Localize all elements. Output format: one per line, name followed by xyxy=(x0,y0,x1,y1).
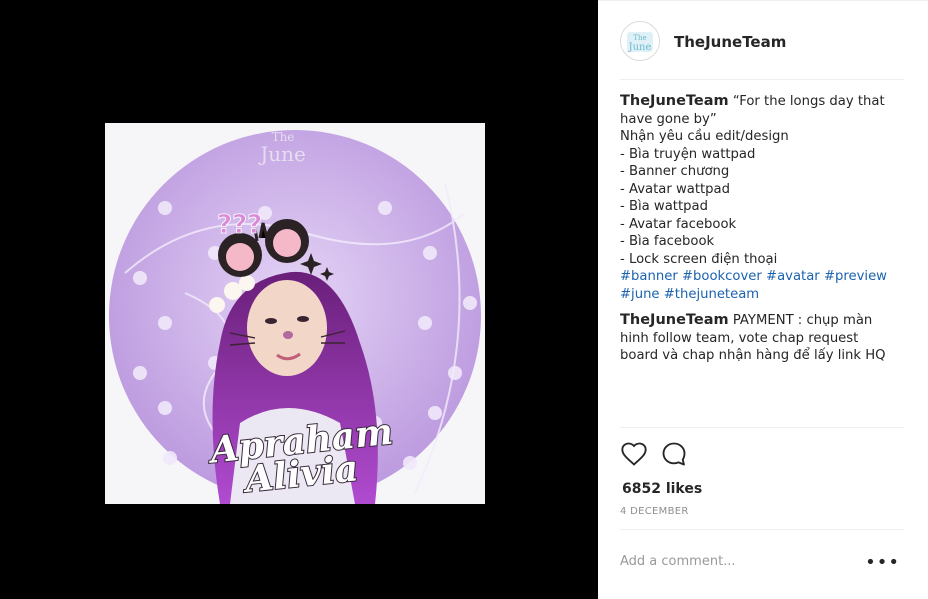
post-side-panel: The June TheJuneTeam TheJuneTeam “For th… xyxy=(598,0,928,599)
action-bar xyxy=(620,427,904,478)
hashtags-line: #banner #bookcover #avatar #preview xyxy=(620,268,904,286)
caption-text-line: - Avatar facebook xyxy=(620,216,737,232)
more-options-icon[interactable]: ••• xyxy=(865,554,900,572)
avatar-logo-icon: The June xyxy=(627,32,653,53)
caption-first-line: TheJuneTeam “For the longs day that xyxy=(620,93,904,111)
caption-username[interactable]: TheJuneTeam xyxy=(620,93,729,109)
comment-username[interactable]: TheJuneTeam xyxy=(620,312,729,328)
svg-text:June: June xyxy=(258,142,306,166)
speech-bubble-icon[interactable] xyxy=(660,440,688,468)
header-username[interactable]: TheJuneTeam xyxy=(674,33,786,51)
hashtags-line: #june #thejuneteam xyxy=(620,286,904,304)
comment-first-line: TheJuneTeam PAYMENT : chụp màn xyxy=(620,312,904,330)
hashtag-link[interactable]: #thejuneteam xyxy=(664,287,759,302)
comment-text-line: board và chap nhận hàng để lấy link HQ xyxy=(620,348,886,363)
svg-text:June: June xyxy=(628,42,652,53)
hashtag-link[interactable]: #june xyxy=(620,287,660,302)
caption-text-line: - Bìa wattpad xyxy=(620,199,708,214)
media-pane: The June ??? Apraham Alivia xyxy=(0,0,598,598)
comment-text-line: hinh follow team, vote chap request xyxy=(620,330,859,346)
post-artwork: The June ??? Apraham Alivia xyxy=(105,123,485,504)
hashtag-link[interactable]: #bookcover xyxy=(682,269,762,284)
svg-text:The: The xyxy=(633,34,646,42)
caption-text-line: - Lock screen điện thoại xyxy=(620,251,778,267)
hashtag-link[interactable]: #banner xyxy=(620,269,678,284)
comment-input[interactable] xyxy=(620,554,860,569)
post-image[interactable]: The June ??? Apraham Alivia xyxy=(105,123,485,504)
caption-text-line: - Avatar wattpad xyxy=(620,181,730,197)
avatar[interactable]: The June xyxy=(620,21,660,61)
caption-text-line: Nhận yêu cầu edit/design xyxy=(620,129,789,144)
caption-text-line: have gone by” xyxy=(620,111,717,127)
hashtag-link[interactable]: #avatar xyxy=(766,269,820,284)
caption-text-line: - Bìa facebook xyxy=(620,234,715,249)
caption-text-line: - Bìa truyện wattpad xyxy=(620,146,756,162)
likes-count[interactable]: 6852 likes xyxy=(622,481,702,497)
caption-text-line: - Banner chương xyxy=(620,164,730,179)
add-comment-bar: ••• xyxy=(620,529,904,596)
caption-text-line: “For the longs day that xyxy=(732,94,885,109)
face xyxy=(247,280,327,376)
comment-text-line: PAYMENT : chụp màn xyxy=(732,313,873,328)
hashtag-link[interactable]: #preview xyxy=(824,269,887,284)
caption: TheJuneTeam “For the longs day that have… xyxy=(620,93,904,365)
heart-icon[interactable] xyxy=(620,440,648,468)
post-header: The June TheJuneTeam xyxy=(620,21,904,80)
comment: TheJuneTeam PAYMENT : chụp màn hinh foll… xyxy=(620,312,904,365)
post-date: 4 DECEMBER xyxy=(620,506,689,517)
question-marks: ??? xyxy=(217,210,262,240)
